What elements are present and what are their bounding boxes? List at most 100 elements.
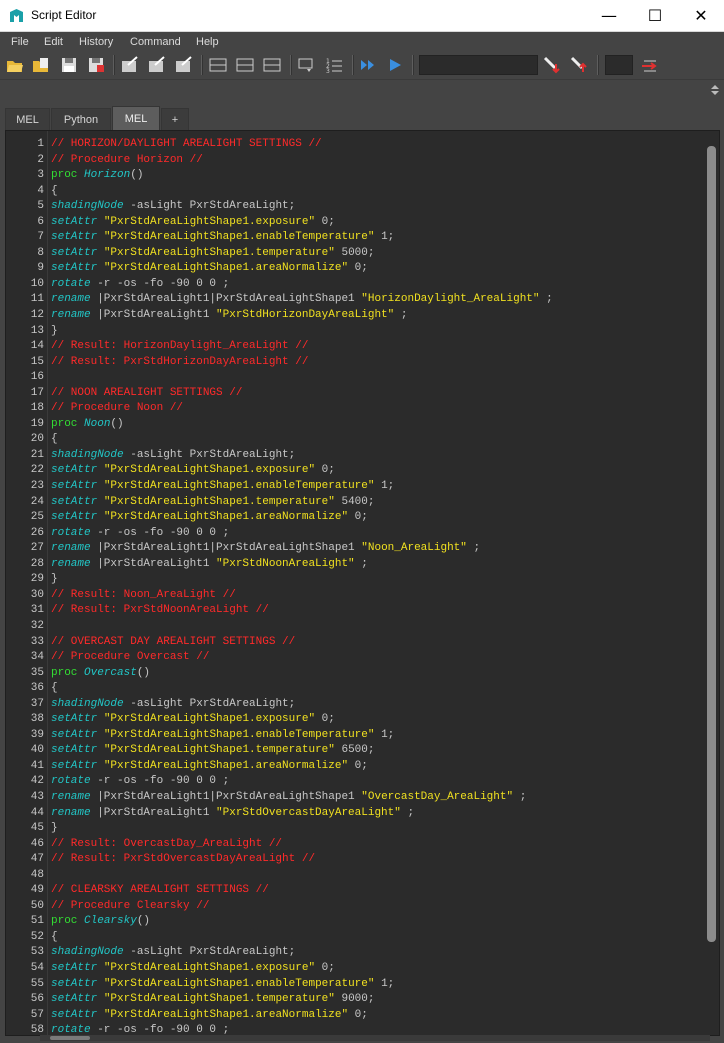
code-token: ; — [400, 806, 415, 819]
vertical-scroll-thumb[interactable] — [707, 146, 716, 942]
code-token: |PxrStdAreaLight1|PxrStdAreaLightShape1 — [90, 790, 362, 803]
echo-commands-icon[interactable] — [298, 56, 316, 74]
line-number: 57 — [30, 1008, 44, 1021]
code-text: setAttr "PxrStdAreaLightShape1.enableTem… — [51, 728, 394, 744]
execute-all-icon[interactable] — [359, 56, 377, 74]
code-text: setAttr "PxrStdAreaLightShape1.exposure"… — [51, 712, 335, 728]
tab-mel[interactable]: MEL — [5, 108, 50, 130]
maximize-button[interactable]: ☐ — [632, 0, 678, 31]
tab-mel-active[interactable]: MEL — [112, 106, 160, 130]
horizontal-scrollbar[interactable] — [40, 1035, 710, 1041]
clear-all-icon[interactable] — [174, 56, 192, 74]
code-text: rotate -r -os -fo -90 0 0 ; — [51, 526, 229, 542]
code-text: rename |PxrStdAreaLight1 "PxrStdOvercast… — [51, 806, 414, 822]
code-token: -asLight PxrStdAreaLight; — [123, 946, 296, 959]
code-token: // Result: Noon_AreaLight // — [51, 588, 236, 601]
code-token: |PxrStdAreaLight1 — [90, 309, 217, 322]
line-numbers-icon[interactable]: 123 — [325, 56, 343, 74]
line-number: 20 — [30, 433, 44, 446]
goto-line-icon[interactable] — [641, 56, 659, 74]
code-text: { — [51, 681, 58, 697]
code-token: // Result: PxrStdNoonAreaLight // — [51, 604, 269, 617]
show-both-icon[interactable] — [263, 56, 281, 74]
clear-history-icon[interactable] — [120, 56, 138, 74]
code-token: 0; — [348, 1008, 368, 1021]
source-script-icon[interactable] — [32, 56, 50, 74]
clear-input-icon[interactable] — [147, 56, 165, 74]
search-field[interactable] — [419, 55, 538, 75]
menu-help[interactable]: Help — [196, 36, 219, 48]
expand-collapse-icon[interactable] — [709, 83, 721, 97]
code-token: shadingNode — [51, 697, 124, 710]
code-line: 5 shadingNode -asLight PxrStdAreaLight; — [6, 199, 706, 215]
code-token: "PxrStdAreaLightShape1.exposure" — [103, 464, 316, 477]
code-lines: 1 // HORIZON/DAYLIGHT AREALIGHT SETTINGS … — [6, 137, 706, 1035]
code-token: "PxrStdAreaLightShape1.areaNormalize" — [103, 1008, 349, 1021]
save-to-shelf-icon[interactable] — [87, 56, 105, 74]
tab-add[interactable]: + — [161, 108, 189, 130]
code-token: shadingNode — [51, 448, 124, 461]
code-line: 43 rename |PxrStdAreaLight1|PxrStdAreaLig… — [6, 790, 706, 806]
code-line: 45} — [6, 821, 706, 837]
horizontal-scroll-thumb[interactable] — [50, 1036, 90, 1040]
pane-splitter[interactable] — [0, 79, 724, 100]
line-number: 32 — [30, 619, 44, 632]
code-text: // Procedure Noon // — [51, 401, 183, 417]
code-line: 9 setAttr "PxrStdAreaLightShape1.areaNorm… — [6, 261, 706, 277]
code-token: "PxrStdAreaLightShape1.enableTemperature… — [103, 480, 375, 493]
code-token: Overcast — [84, 666, 137, 679]
code-token: "PxrStdAreaLightShape1.exposure" — [103, 713, 316, 726]
execute-icon[interactable] — [386, 56, 404, 74]
close-button[interactable]: ✕ — [678, 0, 724, 31]
close-icon: ✕ — [694, 6, 708, 25]
code-line: 41 setAttr "PxrStdAreaLightShape1.areaNor… — [6, 759, 706, 775]
code-text: // Procedure Clearsky // — [51, 899, 209, 915]
line-number: 25 — [30, 511, 44, 524]
tab-label: Python — [63, 113, 99, 126]
code-text: proc Overcast() — [51, 666, 150, 682]
code-token: rename — [51, 806, 91, 819]
code-token: proc — [51, 666, 78, 679]
code-text: setAttr "PxrStdAreaLightShape1.enableTem… — [51, 479, 394, 495]
code-line: 8 setAttr "PxrStdAreaLightShape1.temperat… — [6, 246, 706, 262]
line-number: 53 — [30, 946, 44, 959]
code-text: rename |PxrStdAreaLight1|PxrStdAreaLight… — [51, 790, 526, 806]
line-number: 4 — [37, 184, 44, 197]
minimize-button[interactable]: — — [586, 0, 632, 31]
line-number: 43 — [30, 790, 44, 803]
save-script-icon[interactable] — [60, 56, 78, 74]
code-line: 42 rotate -r -os -fo -90 0 0 ; — [6, 774, 706, 790]
menu-history[interactable]: History — [79, 36, 113, 48]
vertical-scrollbar[interactable] — [704, 132, 718, 1032]
menu-command[interactable]: Command — [130, 36, 181, 48]
goto-line-field[interactable] — [605, 55, 633, 75]
line-number: 6 — [37, 215, 44, 228]
code-text: rename |PxrStdAreaLight1 "PxrStdHorizonD… — [51, 308, 407, 324]
code-token: () — [130, 169, 144, 182]
menu-file[interactable]: File — [11, 36, 29, 48]
code-text: setAttr "PxrStdAreaLightShape1.areaNorma… — [51, 261, 368, 277]
code-line: 30 // Result: Noon_AreaLight // — [6, 588, 706, 604]
code-token: "PxrStdAreaLightShape1.temperature" — [103, 246, 335, 259]
code-line: 27 rename |PxrStdAreaLight1|PxrStdAreaLig… — [6, 541, 706, 557]
code-token: // Procedure Noon // — [51, 402, 184, 415]
code-line: 26 rotate -r -os -fo -90 0 0 ; — [6, 526, 706, 542]
script-input-editor[interactable]: 1 // HORIZON/DAYLIGHT AREALIGHT SETTINGS … — [5, 130, 720, 1036]
menu-edit[interactable]: Edit — [44, 36, 63, 48]
tab-python[interactable]: Python — [51, 108, 111, 130]
code-text: rename |PxrStdAreaLight1 "PxrStdNoonArea… — [51, 557, 368, 573]
show-input-icon[interactable] — [236, 56, 254, 74]
search-down-icon[interactable] — [543, 56, 561, 74]
show-history-icon[interactable] — [209, 56, 227, 74]
code-token: 1; — [374, 977, 395, 990]
search-up-icon[interactable] — [570, 56, 588, 74]
code-text: setAttr "PxrStdAreaLightShape1.areaNorma… — [51, 1008, 368, 1024]
code-line: 56 setAttr "PxrStdAreaLightShape1.tempera… — [6, 992, 706, 1008]
code-token: setAttr — [51, 977, 98, 990]
code-text: setAttr "PxrStdAreaLightShape1.temperatu… — [51, 246, 374, 262]
line-number: 35 — [30, 666, 44, 679]
open-script-icon[interactable] — [6, 56, 24, 74]
code-line: 37 shadingNode -asLight PxrStdAreaLight; — [6, 697, 706, 713]
maya-app-icon — [10, 9, 23, 22]
